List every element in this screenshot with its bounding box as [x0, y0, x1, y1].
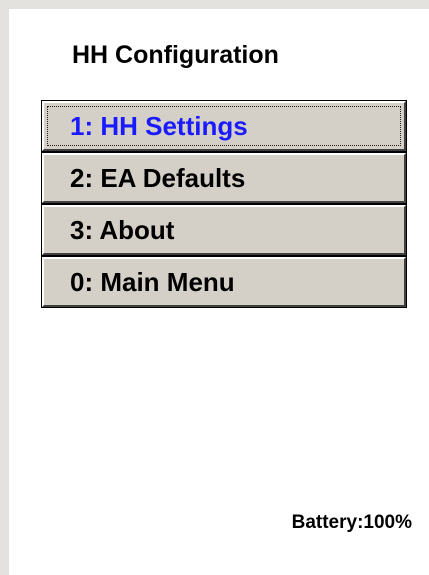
config-menu: 1: HH Settings 2: EA Defaults 3: About 0… [41, 100, 407, 308]
menu-item-main-menu[interactable]: 0: Main Menu [42, 257, 406, 307]
menu-item-hh-settings[interactable]: 1: HH Settings [42, 101, 406, 151]
battery-status: Battery:100% [291, 512, 412, 533]
menu-item-ea-defaults[interactable]: 2: EA Defaults [42, 153, 406, 203]
menu-item-about[interactable]: 3: About [42, 205, 406, 255]
page-title: HH Configuration [72, 41, 279, 69]
